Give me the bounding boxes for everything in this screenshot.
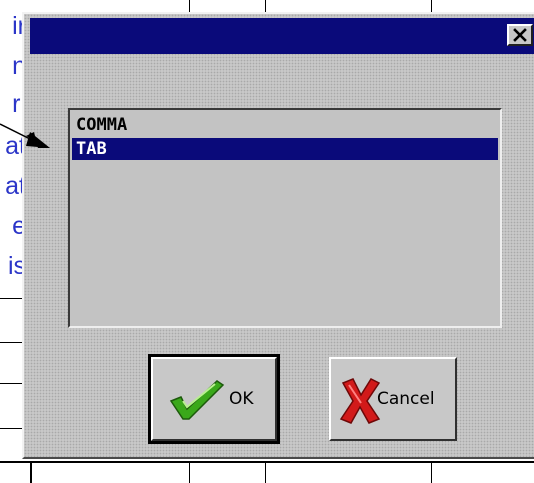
red-x-icon	[339, 378, 381, 424]
table-line-vertical-1	[189, 0, 190, 12]
table-line-vertical-4	[30, 461, 32, 483]
cancel-button[interactable]: Cancel	[329, 357, 457, 441]
delimiter-listbox[interactable]: COMMA TAB	[68, 108, 502, 328]
checkmark-icon	[169, 380, 225, 420]
table-line-vertical-3	[431, 0, 432, 12]
list-item-tab[interactable]: TAB	[72, 138, 498, 160]
close-button[interactable]	[507, 24, 533, 46]
table-line-row-3	[0, 383, 22, 384]
dialog-titlebar[interactable]	[30, 18, 534, 54]
table-line-row-2	[0, 342, 22, 343]
table-line-row-4	[0, 428, 22, 429]
delimiter-dialog: COMMA TAB OK Cancel	[22, 12, 534, 459]
table-line-row-1	[0, 298, 22, 299]
ok-button[interactable]: OK	[148, 354, 280, 444]
table-line-bottom	[0, 461, 534, 463]
screen: ir n ri at at e is COMMA TAB OK Cancel	[0, 0, 534, 483]
table-line-vertical-7	[431, 461, 432, 483]
close-icon	[513, 28, 527, 42]
table-line-vertical-5	[189, 461, 190, 483]
table-line-vertical-6	[265, 461, 266, 483]
list-item-comma[interactable]: COMMA	[72, 114, 498, 136]
table-line-vertical-2	[265, 0, 266, 12]
ok-button-label: OK	[229, 389, 254, 409]
cancel-button-label: Cancel	[377, 389, 435, 409]
